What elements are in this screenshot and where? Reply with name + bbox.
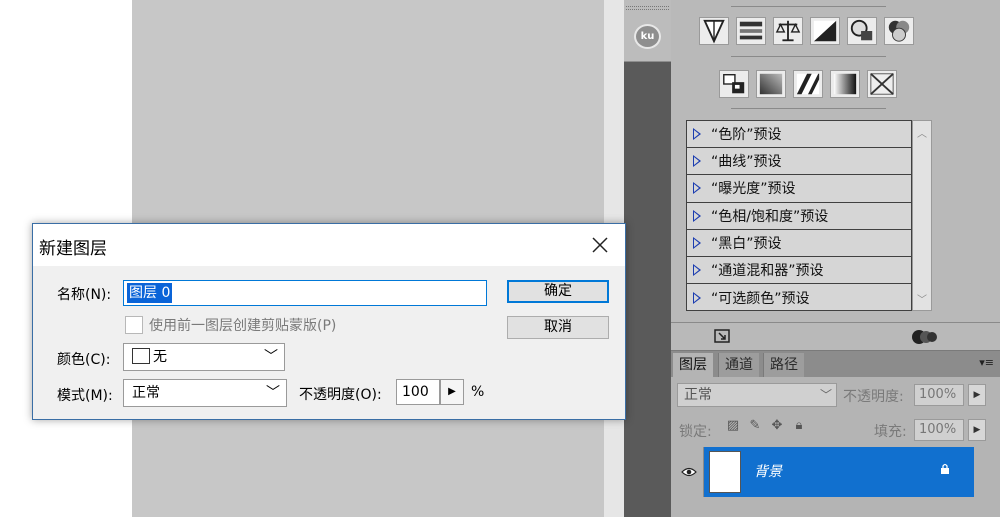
expand-triangle-icon[interactable]	[693, 128, 701, 141]
visibility-eye-icon[interactable]	[674, 447, 704, 497]
divider	[731, 108, 886, 109]
opacity-slider-arrow-icon[interactable]: ▶	[968, 384, 986, 406]
photo-filter-icon[interactable]	[847, 17, 877, 45]
preset-item-selective-color[interactable]: “可选颜色”预设	[687, 284, 911, 311]
cancel-button[interactable]: 取消	[507, 316, 609, 339]
posterize-icon[interactable]	[756, 70, 786, 98]
expand-triangle-icon[interactable]	[693, 155, 701, 168]
lock-transparent-icon[interactable]: ▨	[725, 418, 741, 433]
preset-item-channel-mixer[interactable]: “通道混和器”预设	[687, 257, 911, 285]
gradient-map-icon[interactable]	[830, 70, 860, 98]
layer-name-value: 图层 0	[127, 283, 173, 303]
mode-value: 正常	[132, 385, 160, 401]
return-to-list-icon[interactable]	[713, 328, 735, 346]
preset-label: “通道混和器”预设	[711, 263, 824, 280]
chevron-down-icon: ﹀	[264, 349, 278, 365]
preset-item-exposure[interactable]: “曝光度”预设	[687, 175, 911, 203]
preset-label: “色阶”预设	[711, 127, 782, 144]
opacity-arrow-icon[interactable]: ▶	[440, 379, 464, 405]
brightness-contrast-icon[interactable]	[810, 17, 840, 45]
preset-item-hue-saturation[interactable]: “色相/饱和度”预设	[687, 203, 911, 230]
tab-layers[interactable]: 图层	[673, 353, 713, 377]
blend-mode-select[interactable]: 正常 ﹀	[677, 383, 837, 407]
layers-tab-bar: 图层 通道 路径 ▾≡	[671, 351, 1000, 377]
clip-mask-label: 使用前一图层创建剪贴蒙版(P)	[149, 318, 337, 334]
mode-select[interactable]: 正常 ﹀	[123, 379, 287, 407]
color-select[interactable]: 无 ﹀	[123, 343, 285, 371]
preset-label: “曝光度”预设	[711, 181, 796, 198]
curves-icon[interactable]	[736, 17, 766, 45]
lock-image-icon[interactable]: ✎	[747, 418, 763, 433]
lock-position-icon[interactable]: ✥	[769, 418, 785, 433]
tab-paths[interactable]: 路径	[763, 353, 804, 377]
color-balance-icon[interactable]	[773, 17, 803, 45]
collapsed-dock: ku	[624, 0, 671, 517]
panel-menu-icon[interactable]: ▾≡	[979, 356, 994, 369]
opacity-label: 不透明度(O):	[299, 387, 382, 403]
tab-channels[interactable]: 通道	[718, 353, 759, 377]
preset-label: “色相/饱和度”预设	[711, 208, 829, 225]
preset-label: “黑白”预设	[711, 235, 782, 252]
chevron-down-icon: ﹀	[819, 388, 832, 402]
lock-options: ▨ ✎ ✥ 🔒︎	[725, 418, 807, 433]
expand-triangle-icon[interactable]	[693, 209, 701, 222]
expand-triangle-icon[interactable]	[693, 291, 701, 304]
dialog-titlebar[interactable]: 新建图层	[33, 224, 625, 266]
expand-triangle-icon[interactable]	[693, 236, 701, 249]
color-label: 颜色(C):	[57, 352, 111, 368]
preset-item-curves[interactable]: “曲线”预设	[687, 148, 911, 176]
adjustments-footer	[671, 322, 1000, 350]
fill-slider-arrow-icon[interactable]: ▶	[968, 419, 986, 441]
mode-label: 模式(M):	[57, 388, 113, 404]
dock-grip[interactable]	[626, 6, 669, 10]
close-icon[interactable]	[585, 230, 615, 260]
ok-button[interactable]: 确定	[507, 280, 609, 303]
layer-opacity-input[interactable]: 100%	[914, 384, 964, 406]
presets-scrollbar[interactable]: ︿ ﹀	[912, 120, 932, 311]
expand-triangle-icon[interactable]	[693, 182, 701, 195]
ku-button[interactable]: ku	[634, 24, 661, 49]
expand-triangle-icon[interactable]	[693, 264, 701, 277]
color-value: 无	[153, 349, 167, 365]
preset-item-levels[interactable]: “色阶”预设	[687, 121, 911, 149]
layer-lock-icon	[940, 463, 950, 478]
threshold-icon[interactable]	[793, 70, 823, 98]
new-layer-dialog: 新建图层 名称(N): 图层 0 确定 取消 使用前一图层创建剪贴蒙版(P) 颜…	[32, 223, 626, 420]
layer-name-input[interactable]: 图层 0	[123, 280, 487, 306]
fill-input[interactable]: 100%	[914, 419, 964, 441]
chevron-down-icon: ﹀	[266, 385, 280, 401]
blend-mode-value: 正常	[684, 387, 712, 403]
color-swatch	[132, 347, 150, 364]
lock-all-icon[interactable]: 🔒︎	[791, 418, 807, 433]
channel-mixer-icon[interactable]	[884, 17, 914, 45]
opacity-unit: %	[471, 384, 485, 400]
layer-row-background[interactable]: 背景	[674, 447, 974, 497]
selective-color-icon[interactable]	[867, 70, 897, 98]
preset-item-black-white[interactable]: “黑白”预设	[687, 230, 911, 257]
layer-thumbnail[interactable]	[709, 451, 741, 493]
layer-opacity-label: 不透明度:	[843, 389, 904, 405]
dialog-title: 新建图层	[39, 239, 107, 259]
clip-mask-checkbox[interactable]	[125, 316, 143, 334]
divider	[731, 56, 886, 57]
scroll-down-icon[interactable]: ﹀	[917, 291, 927, 306]
layer-name[interactable]: 背景	[754, 461, 782, 481]
dock-header: ku	[624, 0, 671, 62]
lock-label: 锁定:	[679, 424, 712, 440]
invert-icon[interactable]	[719, 70, 749, 98]
levels-icon[interactable]	[699, 17, 729, 45]
preset-label: “可选颜色”预设	[711, 290, 810, 307]
adjustment-presets-list: “色阶”预设 “曲线”预设 “曝光度”预设 “色相/饱和度”预设 “黑白”预设 …	[686, 120, 912, 311]
layers-panel: 图层 通道 路径 ▾≡ 正常 ﹀ 不透明度: 100% ▶ 锁定: ▨ ✎ ✥ …	[671, 350, 1000, 517]
preset-label: “曲线”预设	[711, 154, 782, 171]
fill-label: 填充:	[874, 424, 907, 440]
opacity-input[interactable]: 100	[396, 379, 440, 405]
name-label: 名称(N):	[57, 287, 112, 303]
scroll-up-icon[interactable]: ︿	[917, 125, 927, 140]
divider	[731, 6, 886, 7]
clip-to-layer-icon[interactable]	[911, 328, 937, 346]
